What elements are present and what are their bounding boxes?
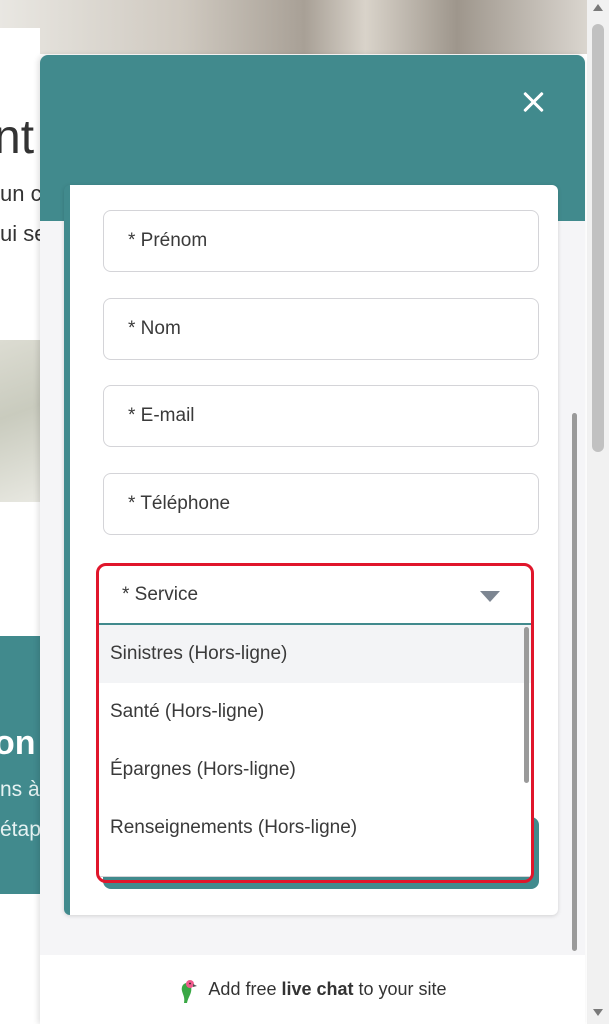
scroll-up-arrow-icon[interactable] — [593, 4, 603, 11]
widget-footer[interactable]: Add free live chat to your site — [40, 955, 585, 1024]
background-photo-strip — [0, 0, 609, 54]
footer-text-suffix: to your site — [353, 979, 447, 999]
service-option-renseignements[interactable]: Renseignements (Hors-ligne) — [98, 799, 532, 857]
service-options-list: Sinistres (Hors-ligne) Santé (Hors-ligne… — [97, 625, 533, 877]
background-teal-section: on ns à étap — [0, 636, 40, 894]
background-text-line: ui se — [0, 221, 40, 246]
service-select-label: * Service — [122, 583, 199, 605]
phone-field[interactable]: * Téléphone — [103, 473, 539, 535]
background-teal-title: on — [0, 724, 36, 762]
scroll-down-arrow-icon[interactable] — [593, 1009, 603, 1016]
close-icon[interactable] — [518, 87, 548, 117]
first-name-field[interactable]: * Prénom — [103, 210, 539, 272]
parrot-logo-icon — [182, 979, 198, 1003]
footer-text-prefix: Add free — [208, 979, 282, 999]
service-option-epargnes[interactable]: Épargnes (Hors-ligne) — [98, 741, 532, 799]
service-select[interactable]: * Service — [97, 565, 533, 625]
service-option-sinistres[interactable]: Sinistres (Hors-ligne) — [98, 625, 532, 683]
page-scrollbar-thumb[interactable] — [592, 24, 604, 452]
background-heading: nt — [0, 111, 35, 164]
chevron-down-icon[interactable] — [480, 591, 500, 602]
background-text-line: un c — [0, 181, 40, 206]
background-teal-text: ns à — [0, 778, 40, 801]
widget-scrollbar-thumb[interactable] — [572, 413, 577, 951]
background-teal-text: étap — [0, 818, 40, 841]
service-option-sante[interactable]: Santé (Hors-ligne) — [98, 683, 532, 741]
email-field[interactable]: * E-mail — [103, 385, 539, 447]
background-image — [0, 340, 40, 502]
last-name-field[interactable]: * Nom — [103, 298, 539, 360]
options-scrollbar-thumb[interactable] — [524, 627, 529, 783]
chat-widget: * Prénom * Nom * E-mail * Téléphone * Se… — [40, 55, 585, 1024]
footer-text-bold: live chat — [281, 979, 354, 999]
